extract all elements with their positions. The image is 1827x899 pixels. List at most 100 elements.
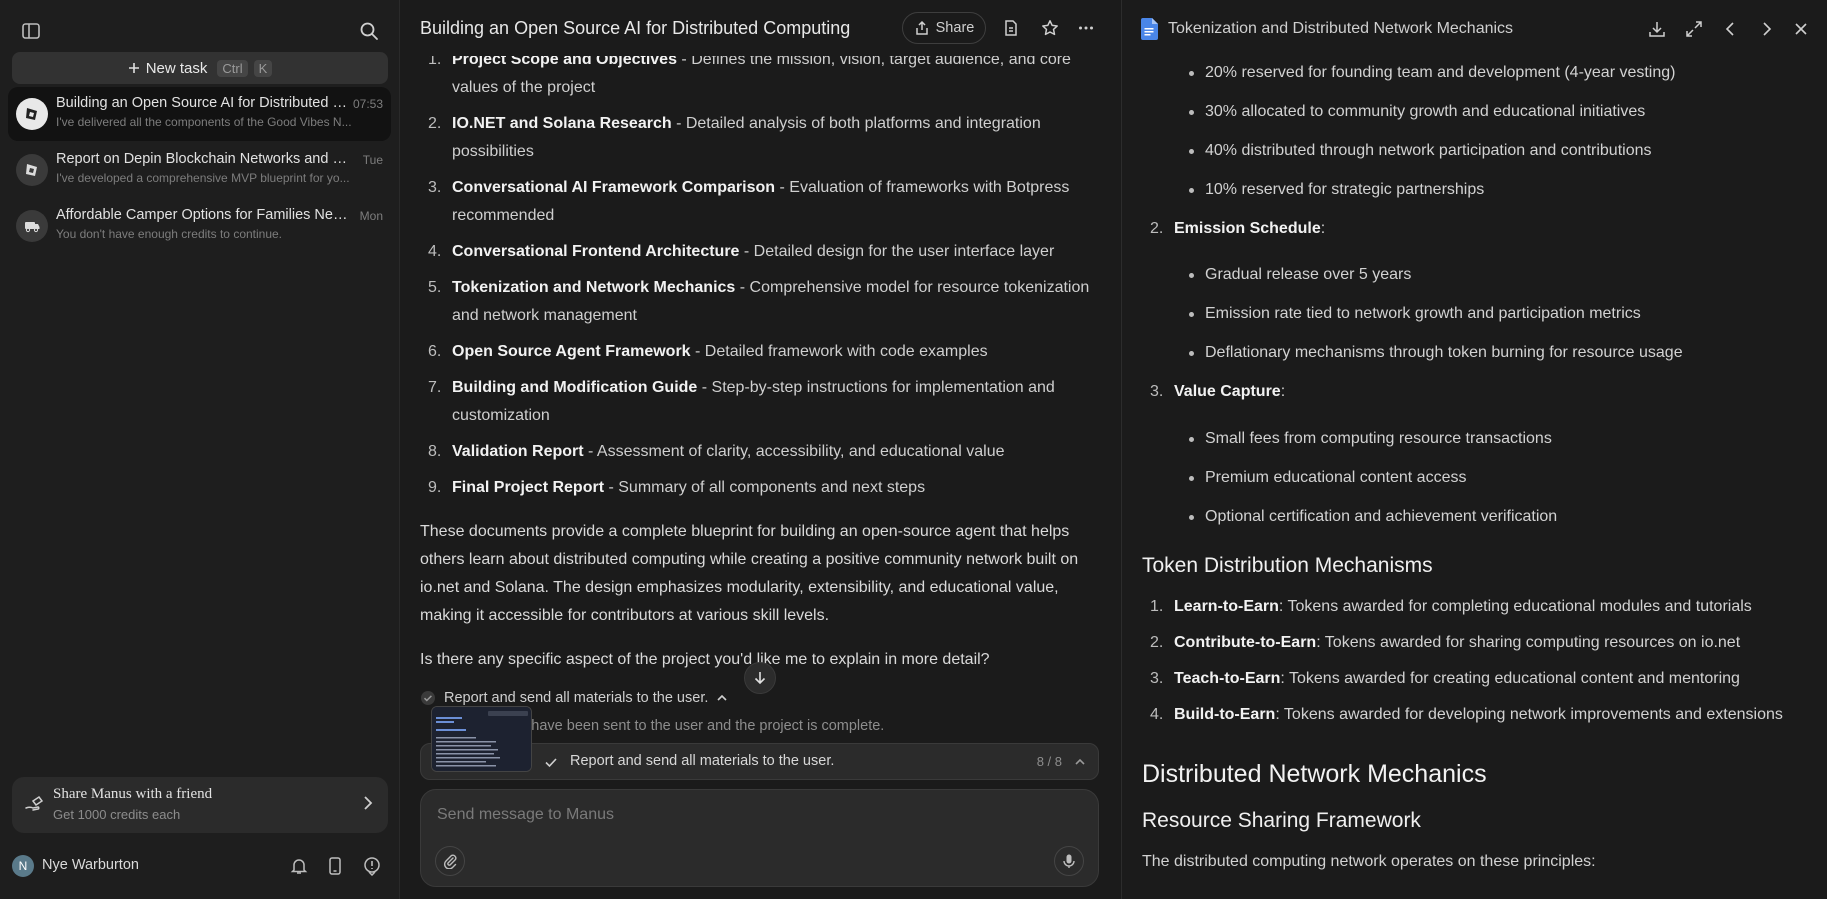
list-number: 2. <box>1150 220 1164 237</box>
share-label: Share <box>935 20 975 36</box>
section-heading: Token Distribution Mechanisms <box>1142 554 1433 577</box>
user-name[interactable]: Nye Warburton <box>42 857 139 873</box>
chevron-right-icon <box>362 795 374 811</box>
list-number: 7. <box>428 379 442 396</box>
document-icon <box>1140 18 1158 40</box>
section-heading: Distributed Network Mechanics <box>1142 760 1487 788</box>
step-status[interactable]: Report and send all materials to the use… <box>420 690 728 706</box>
task-item[interactable]: Report on Depin Blockchain Networks and … <box>8 143 391 197</box>
shortcut-ctrl: Ctrl <box>217 59 248 77</box>
list-item: Deflationary mechanisms through token bu… <box>1189 342 1812 364</box>
list-item: 40% distributed through network particip… <box>1189 140 1812 162</box>
mobile-icon[interactable] <box>323 854 347 878</box>
list-item: 10% reserved for strategic partnerships <box>1189 179 1812 201</box>
message-input[interactable] <box>437 802 1077 828</box>
list-item: 6. Open Source Agent Framework - Detailed… <box>420 338 1100 366</box>
list-item: 5. Tokenization and Network Mechanics - C… <box>420 274 1100 330</box>
list-number: 9. <box>428 479 442 496</box>
value-capture-heading: 3. Value Capture: <box>1142 381 1812 403</box>
item-title: Tokenization and Network Mechanics <box>452 279 736 296</box>
item-title: Open Source Agent Framework <box>452 343 691 360</box>
task-item[interactable]: Affordable Camper Options for Families N… <box>8 199 391 253</box>
plus-icon <box>128 62 140 74</box>
item-text: : Tokens awarded for developing network … <box>1275 706 1783 723</box>
item-title: Conversational AI Framework Comparison <box>452 179 776 196</box>
expand-icon[interactable] <box>1682 17 1706 41</box>
list-item: Small fees from computing resource trans… <box>1189 428 1812 450</box>
assistant-message: 1. Project Scope and Objectives - Defines… <box>420 46 1100 674</box>
chevron-up-icon <box>1074 756 1086 768</box>
list-item: 4. Conversational Frontend Architecture -… <box>420 238 1100 266</box>
list-item: Emission rate tied to network growth and… <box>1189 303 1812 325</box>
share-card-subtitle: Get 1000 credits each <box>53 807 181 822</box>
chevron-left-icon[interactable] <box>1719 17 1743 41</box>
share-button[interactable]: Share <box>902 12 986 44</box>
files-icon[interactable] <box>999 16 1023 40</box>
item-title: Build-to-Earn <box>1174 706 1276 723</box>
task-time: 07:53 <box>352 97 383 111</box>
camper-icon <box>16 210 48 242</box>
arrow-down-icon <box>753 671 767 685</box>
list-item: 8. Validation Report - Assessment of clar… <box>420 438 1100 466</box>
task-item[interactable]: Building an Open Source AI for Distribut… <box>8 87 391 141</box>
page-title: Building an Open Source AI for Distribut… <box>420 18 851 38</box>
list-number: 2. <box>428 115 442 132</box>
document-title: Tokenization and Distributed Network Mec… <box>1168 20 1514 37</box>
item-title: Contribute-to-Earn <box>1174 634 1317 651</box>
sidebar: New task Ctrl K Building an Open Source … <box>0 0 400 899</box>
microphone-icon[interactable] <box>1054 846 1084 876</box>
chevron-up-icon <box>716 692 728 704</box>
computer-preview-thumbnail[interactable] <box>431 706 532 772</box>
star-icon[interactable] <box>1038 16 1062 40</box>
list-item: Premium educational content access <box>1189 467 1812 489</box>
list-item: 2. IO.NET and Solana Research - Detailed … <box>420 110 1100 166</box>
help-icon[interactable] <box>360 854 384 878</box>
progress-count: 8 / 8 <box>1036 754 1062 769</box>
task-icon <box>16 98 48 130</box>
task-time: Tue <box>362 153 383 167</box>
list-number: 5. <box>428 279 442 296</box>
item-text: - Assessment of clarity, accessibility, … <box>583 443 1005 460</box>
chevron-right-icon[interactable] <box>1754 17 1778 41</box>
list-number: 8. <box>428 443 442 460</box>
check-icon <box>544 755 558 769</box>
message-composer <box>420 789 1099 887</box>
list-number: 3. <box>428 179 442 196</box>
paperclip-icon[interactable] <box>435 846 465 876</box>
item-colon: : <box>1280 383 1286 400</box>
item-title: Final Project Report <box>452 479 605 496</box>
value-capture-list: Small fees from computing resource trans… <box>1142 428 1812 528</box>
document-viewer: 20% reserved for founding team and devel… <box>1121 0 1827 899</box>
step-note: s have been sent to the user and the pro… <box>520 718 885 734</box>
deliverables-list: 1. Project Scope and Objectives - Defines… <box>420 46 1100 502</box>
list-item: Optional certification and achievement v… <box>1189 506 1812 528</box>
list-item: 3. Teach-to-Earn: Tokens awarded for crea… <box>1142 668 1812 690</box>
list-item: 7. Building and Modification Guide - Step… <box>420 374 1100 430</box>
share-manus-card[interactable]: Share Manus with a friend Get 1000 credi… <box>12 777 388 833</box>
avatar[interactable]: N <box>12 855 34 877</box>
close-icon[interactable] <box>1789 17 1813 41</box>
item-text: : Tokens awarded for sharing computing r… <box>1316 634 1741 651</box>
list-item: 9. Final Project Report - Summary of all … <box>420 474 1100 502</box>
list-number: 3. <box>1150 670 1164 687</box>
emission-list: Gradual release over 5 years Emission ra… <box>1142 264 1812 364</box>
task-title: Affordable Camper Options for Families N… <box>56 207 351 223</box>
task-subtitle: You don't have enough credits to continu… <box>56 227 283 241</box>
list-number: 2. <box>1150 634 1164 651</box>
search-icon[interactable] <box>356 18 382 44</box>
scroll-down-button[interactable] <box>744 662 776 694</box>
item-text: : Tokens awarded for creating educationa… <box>1280 670 1740 687</box>
share-icon <box>914 20 930 36</box>
task-time: Mon <box>359 209 383 223</box>
download-icon[interactable] <box>1645 17 1669 41</box>
item-title: Teach-to-Earn <box>1174 670 1281 687</box>
bell-icon[interactable] <box>287 854 311 878</box>
new-task-button[interactable]: New task Ctrl K <box>12 52 388 84</box>
sidebar-toggle-icon[interactable] <box>18 18 44 44</box>
list-number: 1. <box>1150 598 1164 615</box>
more-icon[interactable] <box>1074 16 1098 40</box>
emission-heading: 2. Emission Schedule: <box>1142 218 1812 240</box>
document-header: Tokenization and Distributed Network Mec… <box>1122 0 1827 58</box>
task-title: Building an Open Source AI for Distribut… <box>56 95 351 111</box>
step-label: Report and send all materials to the use… <box>444 690 709 706</box>
